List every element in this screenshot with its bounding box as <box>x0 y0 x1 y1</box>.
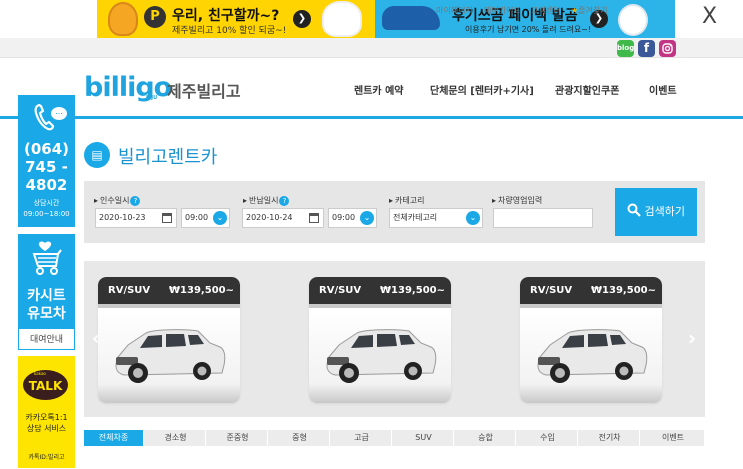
point-badge-icon: P <box>144 6 166 28</box>
carousel-next-arrow-icon[interactable]: › <box>686 325 698 351</box>
kakao-line-1: 카카오톡1:1 <box>25 413 68 422</box>
bullet-icon: ▸ <box>243 196 248 205</box>
kakao-small-label: kakao <box>34 371 46 376</box>
car-category: RV/SUV <box>319 285 362 296</box>
suv-car-image <box>537 329 648 383</box>
tab-midsize[interactable]: 중형 <box>270 430 330 446</box>
car-price: ₩139,500~ <box>169 285 234 296</box>
return-label: ▸ 반납일시? <box>243 195 290 206</box>
review-banner-subtitle: 이용후기 남기면 20% 돌려 드려요~! <box>465 25 592 34</box>
car-category: RV/SUV <box>108 285 151 296</box>
top-banner: P 우리, 친구할까~? 제주빌리고 10% 할인 되굼~! ❯ 후기쓰곰 페이… <box>0 0 743 38</box>
blog-icon[interactable]: blog <box>617 40 634 57</box>
pickup-label: ▸ 인수일시? <box>94 195 141 206</box>
nav-group-inquiry[interactable]: 단체문의 [렌터카+기사] <box>430 82 534 97</box>
car-illustration-icon <box>382 6 440 30</box>
car-category: RV/SUV <box>530 285 573 296</box>
friend-banner-subtitle: 제주빌리고 10% 할인 되굼~! <box>172 26 287 36</box>
business-input[interactable] <box>493 208 593 228</box>
kakao-talk-panel[interactable]: TALK kakao 카카오톡1:1 상담 서비스 카톡ID:빌리고 <box>18 356 75 468</box>
util-link-mypage[interactable]: 마이페이지 <box>436 5 473 16</box>
car-price: ₩139,500~ <box>591 285 656 296</box>
chevron-down-icon: ⌄ <box>360 211 374 225</box>
bear-character-icon <box>618 4 648 36</box>
tab-compact[interactable]: 경소형 <box>146 430 206 446</box>
tab-event[interactable]: 이벤트 <box>642 430 705 446</box>
calendar-icon[interactable] <box>162 213 172 223</box>
phone-icon <box>33 103 55 137</box>
facebook-icon[interactable]: f <box>638 40 655 57</box>
site-logo[interactable]: billigo <box>84 72 172 103</box>
calendar-icon[interactable] <box>309 213 319 223</box>
page: P 우리, 친구할까~? 제주빌리고 10% 할인 되굼~! ❯ 후기쓰곰 페이… <box>0 0 743 469</box>
bullet-icon: ▸ <box>389 196 394 205</box>
header-divider <box>0 116 743 119</box>
carseat-stroller-panel[interactable]: 카시트 유모차 대여안내 <box>18 234 75 350</box>
tab-luxury[interactable]: 고급 <box>332 430 392 446</box>
bookmark-label: 즐겨찾기 <box>578 6 608 15</box>
phone-number-line-3: 4802 <box>25 176 68 194</box>
bullet-icon: ▸ <box>492 196 497 205</box>
phone-contact-panel[interactable]: ... (064) 745 - 4802 상담시간 09:00~18:00 <box>18 95 75 227</box>
kakao-line-2: 상담 서비스 <box>26 424 67 433</box>
pickup-time-select[interactable]: 09:00 ⌄ <box>181 208 230 228</box>
hours-label: 상담시간 <box>33 199 60 207</box>
tab-all[interactable]: 전체차종 <box>84 430 144 446</box>
search-button[interactable]: 검색하기 <box>615 188 697 236</box>
car-card[interactable]: RV/SUV ₩139,500~ <box>98 277 240 403</box>
nav-rentcar-reservation[interactable]: 렌트카 예약 <box>354 82 403 97</box>
phone-number-line-1: (064) <box>23 140 70 158</box>
tab-electric[interactable]: 전기차 <box>580 430 640 446</box>
nav-tour-coupon[interactable]: 관광지할인쿠폰 <box>555 82 619 97</box>
lion-character-icon <box>108 2 138 36</box>
nav-event[interactable]: 이벤트 <box>649 82 677 97</box>
category-select[interactable]: 전체카테고리 ⌄ <box>389 208 483 228</box>
close-banner-button[interactable]: X <box>702 4 717 29</box>
car-price: ₩139,500~ <box>380 285 445 296</box>
instagram-icon[interactable] <box>659 40 676 57</box>
stroller-title-line-1: 카시트 <box>27 288 66 304</box>
car-card[interactable]: RV/SUV ₩139,500~ <box>309 277 451 403</box>
help-icon[interactable]: ? <box>130 196 141 206</box>
chevron-down-icon: ⌄ <box>466 211 480 225</box>
util-link-guide[interactable]: 대여가이드 <box>484 5 521 16</box>
kakao-id: 카톡ID:빌리고 <box>28 454 65 461</box>
category-label: ▸ 카테고리 <box>389 196 425 205</box>
phone-number-line-2: 745 - <box>25 158 68 176</box>
search-icon <box>627 203 641 217</box>
tab-suv[interactable]: SUV <box>394 430 454 446</box>
help-icon[interactable]: ? <box>279 196 290 206</box>
business-label: ▸ 차량영업입력 <box>492 196 543 205</box>
bullet-icon: ▸ <box>94 196 99 205</box>
page-title: 빌리고렌트카 <box>118 147 218 168</box>
suv-car-image <box>115 329 226 383</box>
stroller-guide-link[interactable]: 대여안내 <box>18 328 75 350</box>
friend-banner-arrow-icon[interactable]: ❯ <box>293 10 311 28</box>
tab-van[interactable]: 승합 <box>456 430 516 446</box>
suv-car-image <box>326 329 437 383</box>
tab-midsize-small[interactable]: 준중형 <box>208 430 268 446</box>
stroller-icon <box>32 240 62 276</box>
tab-import[interactable]: 수입 <box>518 430 578 446</box>
friend-banner-title: 우리, 친구할까~? <box>172 8 280 24</box>
pickup-date-input[interactable]: 2020-10-23 <box>95 208 177 228</box>
hours-value: 09:00~18:00 <box>23 210 70 218</box>
logo-jeju-label: JEJU <box>146 95 158 101</box>
cat-character-icon <box>322 1 362 37</box>
chevron-down-icon: ⌄ <box>213 211 227 225</box>
return-date-input[interactable]: 2020-10-24 <box>242 208 324 228</box>
site-name: 제주빌리고 <box>167 82 241 101</box>
return-time-select[interactable]: 09:00 ⌄ <box>328 208 377 228</box>
car-card[interactable]: RV/SUV ₩139,500~ <box>520 277 662 403</box>
search-button-label: 검색하기 <box>644 205 685 218</box>
stroller-title-line-2: 유모차 <box>27 306 66 322</box>
chat-bubble-icon: ... <box>51 107 67 120</box>
document-icon: ▤ <box>84 142 110 168</box>
util-link-support[interactable]: 고객센터 <box>531 5 560 16</box>
util-link-bookmark[interactable]: ★즐겨찾기 <box>571 5 608 16</box>
